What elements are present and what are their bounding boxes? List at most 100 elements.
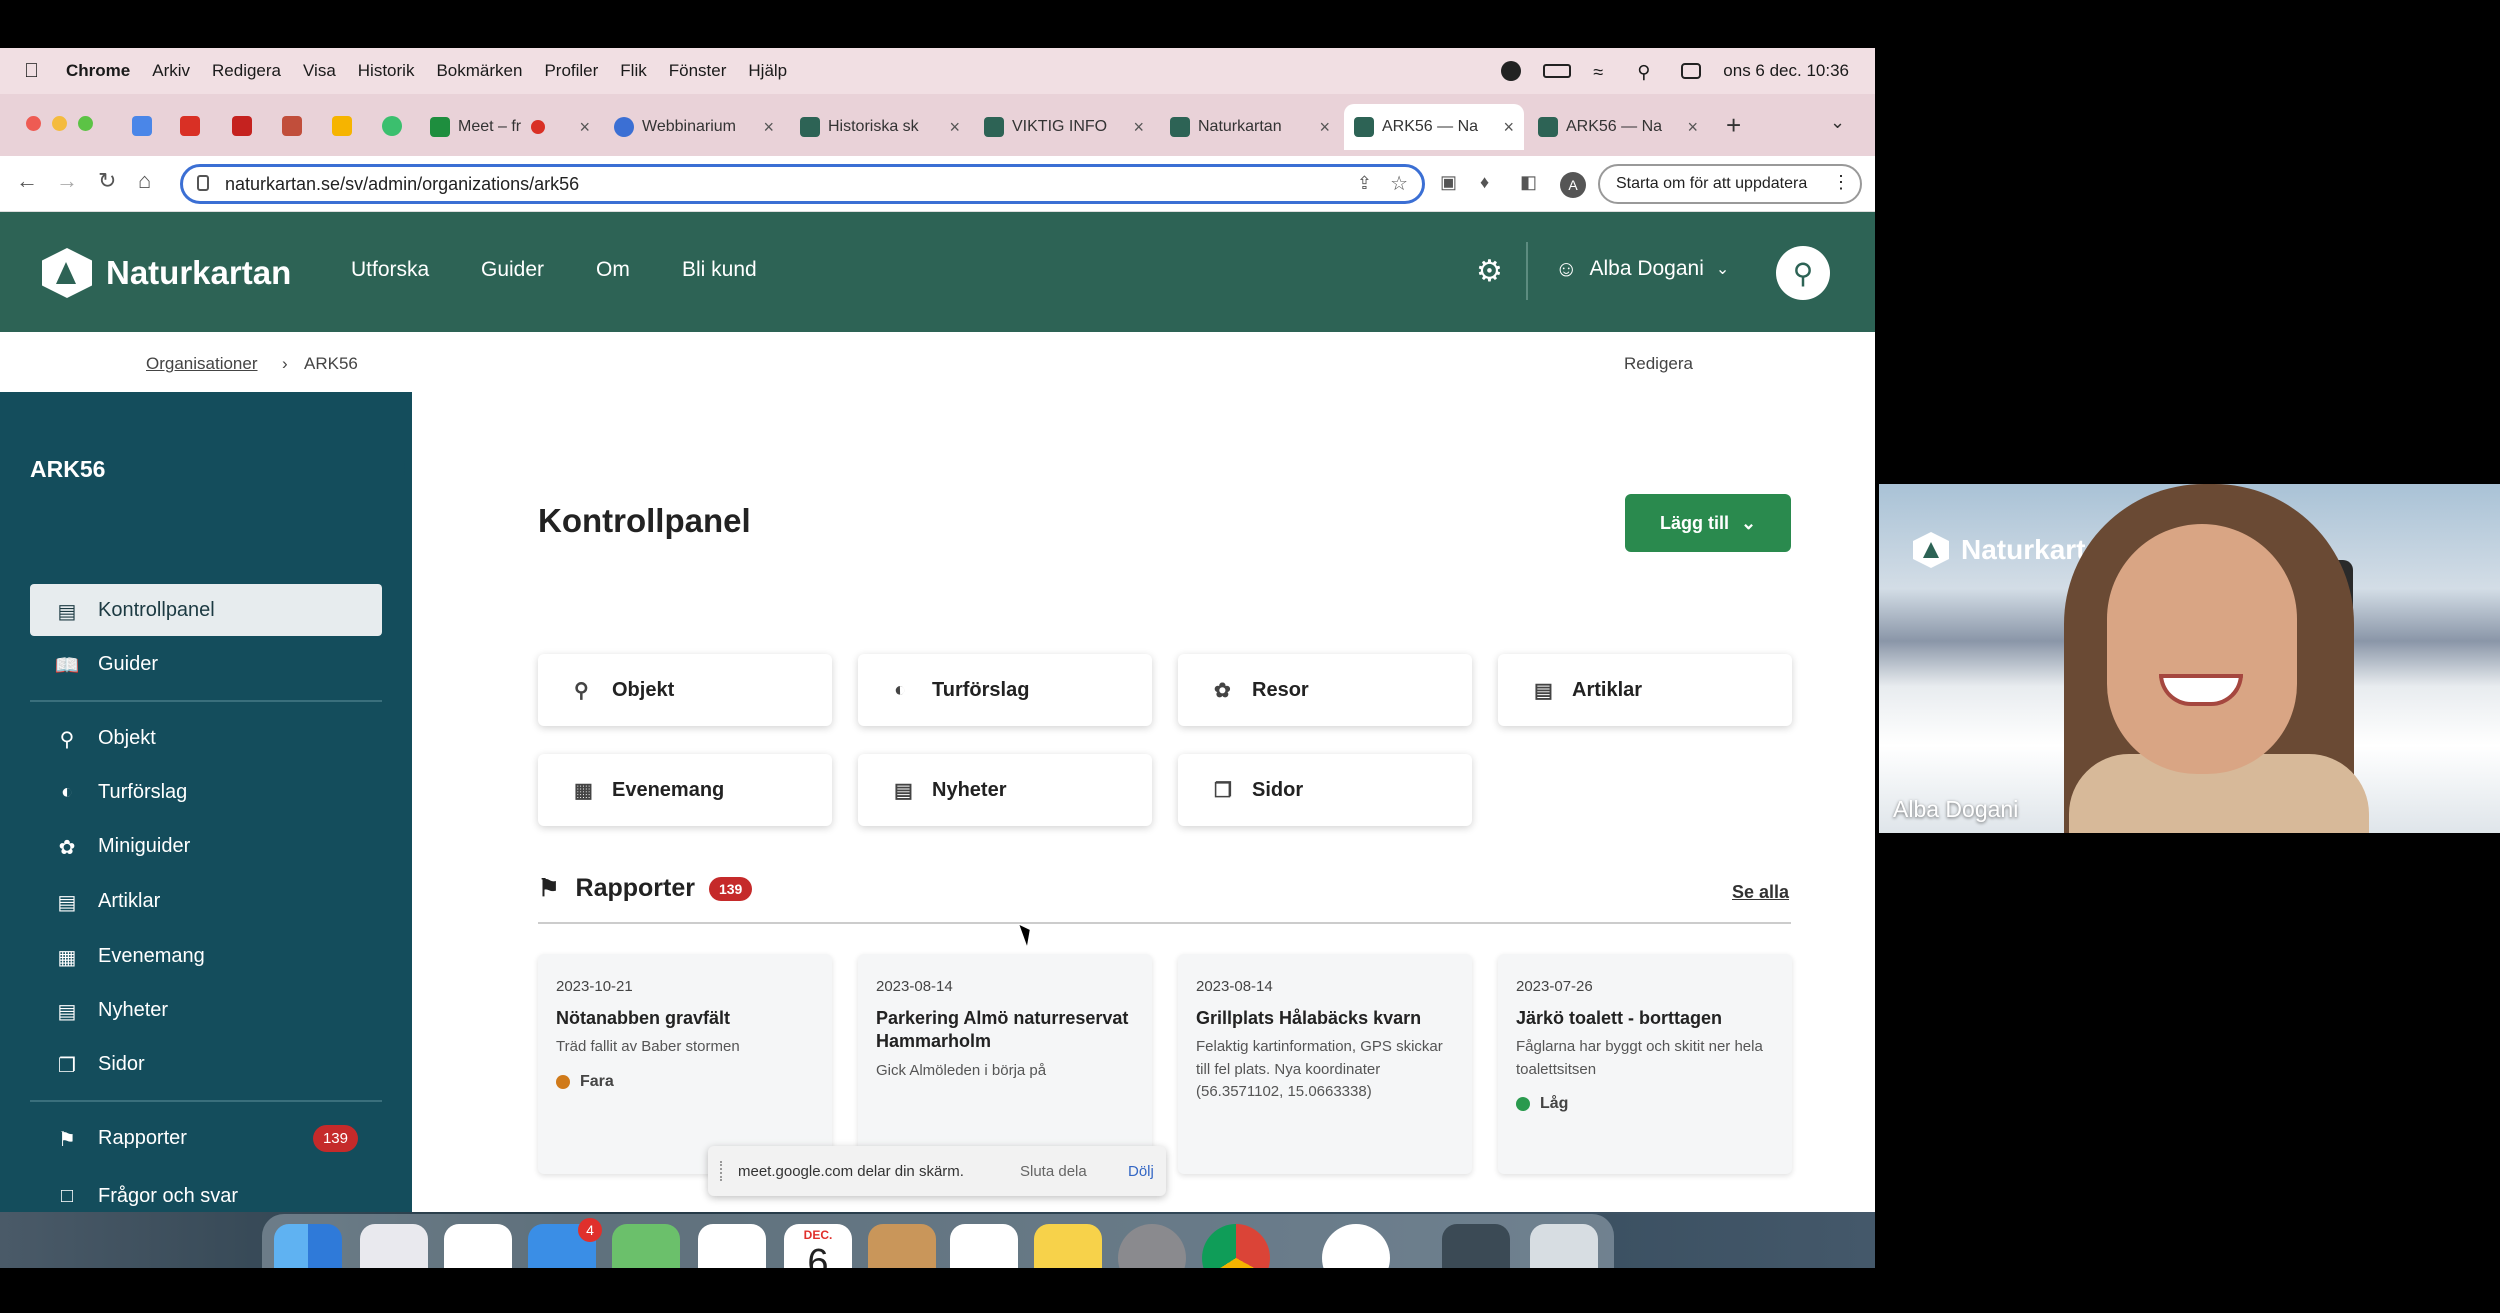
nav-om[interactable]: Om [596, 258, 630, 282]
quick-resor[interactable]: ✿ Resor [1178, 654, 1472, 726]
close-tab-icon[interactable]: × [763, 117, 774, 138]
search-icon[interactable]: ⚲ [1637, 62, 1659, 82]
launchpad-icon[interactable] [360, 1224, 428, 1268]
edit-link[interactable]: Redigera [1624, 354, 1693, 374]
sidebar-item-sidor[interactable]: ❐ Sidor [30, 1038, 382, 1090]
close-tab-icon[interactable]: × [1503, 117, 1514, 138]
reminders-icon[interactable] [950, 1224, 1018, 1268]
home-icon[interactable]: ⌂ [138, 168, 151, 194]
tab-viktig-info[interactable]: VIKTIG INFO × [974, 104, 1154, 150]
downloads-folder-icon[interactable] [1442, 1224, 1510, 1268]
report-card[interactable]: 2023-08-14 Parkering Almö naturreservat … [858, 954, 1152, 1174]
extensions-icon[interactable]: ♦ [1480, 172, 1489, 193]
menu-profiler[interactable]: Profiler [544, 61, 598, 81]
drag-handle-icon[interactable] [720, 1161, 724, 1181]
menubar-datetime[interactable]: ons 6 dec. 10:36 [1723, 61, 1849, 81]
close-tab-icon[interactable]: × [1687, 117, 1698, 138]
menu-historik[interactable]: Historik [358, 61, 415, 81]
sidebar-item-miniguider[interactable]: ✿ Miniguider [30, 820, 382, 872]
menu-hjalp[interactable]: Hjälp [748, 61, 787, 81]
pinned-tab-calendar-icon[interactable] [132, 116, 152, 136]
tab-meet[interactable]: Meet – fr × [420, 104, 600, 150]
messenger-icon[interactable] [1501, 61, 1522, 81]
maps-icon[interactable] [612, 1224, 680, 1268]
sidepanel-icon[interactable]: ◧ [1520, 172, 1537, 193]
report-card[interactable]: 2023-08-14 Grillplats Hålabäcks kvarn Fe… [1178, 954, 1472, 1174]
reload-icon[interactable]: ↻ [98, 168, 116, 194]
apple-icon[interactable]:  [24, 60, 52, 83]
back-icon[interactable]: ← [16, 168, 38, 194]
close-tab-icon[interactable]: × [1133, 117, 1144, 138]
menu-flik[interactable]: Flik [620, 61, 646, 81]
nav-bli-kund[interactable]: Bli kund [682, 258, 757, 282]
tab-webbinarium[interactable]: Webbinarium × [604, 104, 784, 150]
maximize-window-button[interactable] [78, 116, 93, 131]
video-tile[interactable]: Naturkarta Alba Dogani [1879, 484, 2500, 833]
menu-fonster[interactable]: Fönster [669, 61, 727, 81]
see-all-link[interactable]: Se alla [1732, 882, 1789, 903]
pinned-tab-gmail-icon[interactable] [180, 116, 200, 136]
breadcrumb-organisationer[interactable]: Organisationer [146, 354, 258, 374]
sidebar-item-artiklar[interactable]: ▤ Artiklar [30, 875, 382, 927]
menu-visa[interactable]: Visa [303, 61, 336, 81]
pinned-tab-gmail-icon[interactable] [232, 116, 252, 136]
profile-avatar[interactable]: A [1560, 172, 1586, 198]
slack-icon[interactable] [444, 1224, 512, 1268]
url-bar[interactable]: naturkartan.se/sv/admin/organizations/ar… [180, 164, 1425, 204]
contacts-icon[interactable] [868, 1224, 936, 1268]
quick-objekt[interactable]: ⚲ Objekt [538, 654, 832, 726]
quick-artiklar[interactable]: ▤ Artiklar [1498, 654, 1792, 726]
sidebar-item-rapporter[interactable]: ⚑ Rapporter 139 [30, 1112, 382, 1164]
update-button[interactable]: Starta om för att uppdatera ⋮ [1598, 164, 1862, 204]
kebab-menu-icon[interactable]: ⋮ [1832, 172, 1850, 193]
pinned-tab-b-icon[interactable] [382, 116, 402, 136]
sidebar-item-evenemang[interactable]: ▦ Evenemang [30, 930, 382, 982]
quick-turforslag[interactable]: ◐ Turförslag [858, 654, 1152, 726]
pinned-tab-drive-icon[interactable] [332, 116, 352, 136]
user-menu[interactable]: ☺ Alba Dogani ⌄ [1555, 256, 1729, 282]
tab-historiska[interactable]: Historiska sk × [790, 104, 970, 150]
close-window-button[interactable] [26, 116, 41, 131]
close-tab-icon[interactable]: × [1319, 117, 1330, 138]
menu-arkiv[interactable]: Arkiv [152, 61, 190, 81]
hide-button[interactable]: Dölj [1128, 1163, 1154, 1180]
wifi-icon[interactable]: ≈ [1593, 62, 1615, 82]
sidebar-item-kontrollpanel[interactable]: ▤ Kontrollpanel [30, 584, 382, 636]
control-center-icon[interactable] [1681, 63, 1702, 79]
trash-icon[interactable] [1530, 1224, 1598, 1268]
sidebar-item-turforslag[interactable]: ◐ Turförslag [30, 766, 382, 818]
screenshot-icon[interactable]: ▣ [1440, 172, 1457, 193]
lock-icon[interactable] [197, 175, 209, 191]
minimize-window-button[interactable] [52, 116, 67, 131]
close-tab-icon[interactable]: × [949, 117, 960, 138]
tab-ark56[interactable]: ARK56 — Na × [1528, 104, 1708, 150]
tab-naturkartan[interactable]: Naturkartan × [1160, 104, 1340, 150]
report-card[interactable]: 2023-07-26 Järkö toalett - borttagen Fåg… [1498, 954, 1792, 1174]
bookmark-star-icon[interactable]: ☆ [1390, 171, 1408, 196]
tab-ark56-active[interactable]: ARK56 — Na × [1344, 104, 1524, 150]
quick-nyheter[interactable]: ▤ Nyheter [858, 754, 1152, 826]
quick-evenemang[interactable]: ▦ Evenemang [538, 754, 832, 826]
report-card[interactable]: 2023-10-21 Nötanabben gravfält Träd fall… [538, 954, 832, 1174]
add-button[interactable]: Lägg till ⌄ [1625, 494, 1791, 552]
sidebar-item-objekt[interactable]: ⚲ Objekt [30, 712, 382, 764]
menu-bokmarken[interactable]: Bokmärken [436, 61, 522, 81]
sidebar-item-guider[interactable]: 📖 Guider [30, 638, 382, 690]
menu-app-name[interactable]: Chrome [66, 61, 130, 81]
nav-guider[interactable]: Guider [481, 258, 544, 282]
site-logo[interactable]: Naturkartan [42, 248, 291, 298]
nav-utforska[interactable]: Utforska [351, 258, 429, 282]
close-tab-icon[interactable]: × [579, 117, 590, 138]
pinned-tab-app-icon[interactable] [282, 116, 302, 136]
site-search-button[interactable]: ⚲ [1776, 246, 1830, 300]
share-icon[interactable]: ⇪ [1357, 173, 1372, 194]
menu-redigera[interactable]: Redigera [212, 61, 281, 81]
tab-list-chevron-icon[interactable]: ⌄ [1830, 112, 1845, 133]
battery-icon[interactable] [1543, 64, 1572, 78]
new-tab-icon[interactable]: + [1726, 110, 1741, 141]
quick-sidor[interactable]: ❐ Sidor [1178, 754, 1472, 826]
sidebar-item-nyheter[interactable]: ▤ Nyheter [30, 984, 382, 1036]
settings-gear-icon[interactable]: ⚙ [1476, 254, 1503, 289]
forward-icon[interactable]: → [56, 168, 78, 194]
finder-icon[interactable] [274, 1224, 342, 1268]
